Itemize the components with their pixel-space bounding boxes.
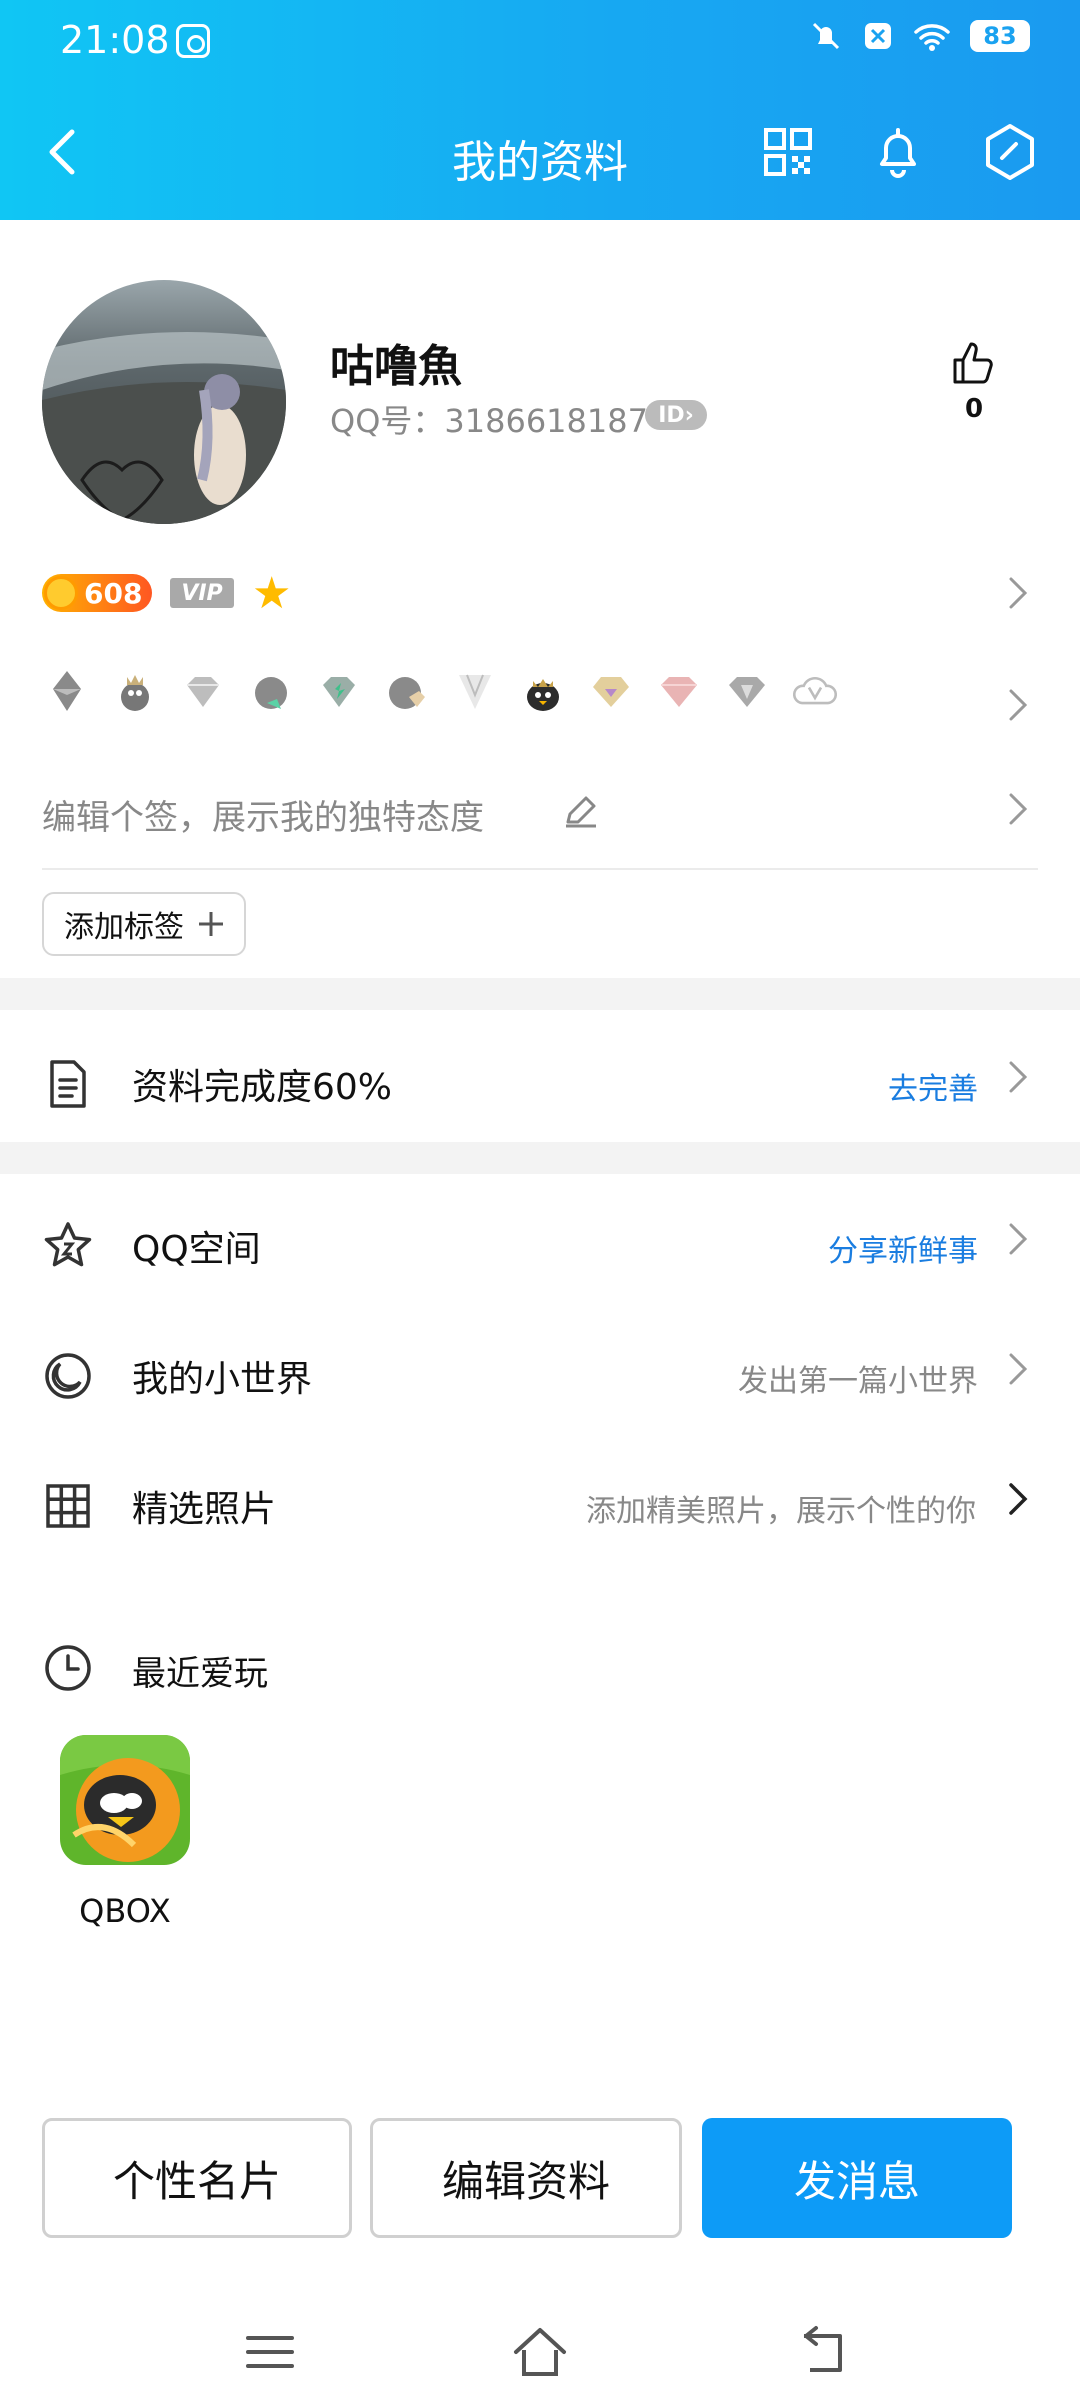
add-tag-button[interactable]: 添加标签 [42, 892, 246, 956]
chevron-right-icon[interactable] [1008, 688, 1028, 722]
wifi-icon [914, 24, 950, 51]
battery-indicator: 83 [970, 20, 1030, 52]
status-app-icon [176, 24, 210, 58]
qq-number: QQ号：3186618187 [330, 402, 648, 440]
diamond-pink-icon [654, 666, 704, 716]
profile-completion-row[interactable]: 资料完成度60% 去完善 [0, 1028, 1080, 1128]
list-item-value: 分享新鲜事 [828, 1234, 978, 1269]
penguin-gem-icon [382, 666, 432, 716]
list-item-label: 我的小世界 [132, 1359, 313, 1400]
completion-action[interactable]: 去完善 [888, 1064, 978, 1108]
penguin-crown-icon [110, 666, 160, 716]
chevron-right-icon [1009, 1483, 1028, 1515]
add-tag-label: 添加标签 [64, 910, 184, 945]
list-item-qzone[interactable]: QQ空间 分享新鲜事 [0, 1190, 1080, 1290]
level-row[interactable]: 608 VIP ★ [42, 568, 1042, 619]
chevron-right-icon[interactable] [1008, 792, 1028, 826]
penguin-king-icon [518, 666, 568, 716]
qbox-app-label: QBOX [79, 1892, 171, 1930]
chevron-right-icon[interactable] [1008, 576, 1028, 610]
moon-icon [45, 1353, 91, 1399]
diamond-gray-icon [178, 666, 228, 716]
profile-card-button[interactable]: 个性名片 [42, 2118, 352, 2238]
cloud-v-icon [790, 666, 840, 716]
chevron-right-icon [1009, 1353, 1028, 1385]
menu-icon[interactable] [240, 2322, 300, 2382]
signature-placeholder[interactable]: 编辑个签，展示我的独特态度 [42, 790, 484, 839]
list-item-label: 精选照片 [132, 1489, 277, 1530]
clock-icon [45, 1645, 91, 1691]
vip-badge: VIP [170, 578, 234, 608]
list-item-value: 发出第一篇小世界 [738, 1364, 978, 1399]
list-item-small-world[interactable]: 我的小世界 发出第一篇小世界 [0, 1320, 1080, 1420]
divider [42, 868, 1038, 870]
diamond-gold-icon [586, 666, 636, 716]
document-icon [50, 1060, 86, 1108]
bell-icon[interactable] [866, 120, 930, 184]
chevron-right-icon [1009, 1061, 1028, 1093]
recent-section-title: 最近爱玩 [132, 1654, 268, 1694]
status-time: 21:08 [60, 18, 170, 62]
completion-label: 资料完成度60% [132, 1067, 393, 1108]
id-badge[interactable]: ID › [645, 400, 707, 430]
diamond-silver-icon [722, 666, 772, 716]
system-nav-bar [0, 2290, 1080, 2408]
status-icons: 83 [808, 18, 1030, 54]
send-message-button[interactable]: 发消息 [702, 2118, 1012, 2238]
qbox-app-icon[interactable] [60, 1735, 190, 1865]
home-icon[interactable] [510, 2322, 570, 2382]
penguin-badge-icon [42, 666, 92, 716]
edit-profile-button[interactable]: 编辑资料 [370, 2118, 682, 2238]
qr-code-icon[interactable] [756, 120, 820, 184]
diamond-green-icon [314, 666, 364, 716]
list-item-label: QQ空间 [132, 1229, 261, 1270]
avatar[interactable] [42, 280, 286, 524]
level-number: 608 [84, 576, 143, 610]
id-badge-label: ID [658, 402, 685, 428]
level-badge: 608 [42, 574, 152, 612]
like-button[interactable]: 0 [944, 338, 1004, 424]
plus-icon [199, 912, 223, 936]
coin-icon [44, 576, 78, 610]
thumbs-up-icon [953, 342, 993, 384]
section-gap [0, 978, 1080, 1010]
chevron-right-icon [1009, 1223, 1028, 1255]
list-item-photos[interactable]: 精选照片 添加精美照片，展示个性的你 [0, 1450, 1080, 1550]
diamond-white-icon [450, 666, 500, 716]
grid-icon [46, 1484, 90, 1528]
app-notify-icon [865, 23, 891, 49]
star-icon [44, 1222, 92, 1267]
profile-name: 咕噜魚 [330, 341, 462, 392]
section-gap [0, 1142, 1080, 1174]
list-item-value: 添加精美照片，展示个性的你 [586, 1494, 976, 1529]
header: 21:08 83 我的资料 [0, 0, 1080, 220]
back-nav-icon[interactable] [794, 2322, 854, 2382]
penguin-green-icon [246, 666, 296, 716]
hexagon-check-icon[interactable] [978, 120, 1042, 184]
badge-row[interactable] [42, 666, 840, 716]
mute-icon [812, 22, 840, 50]
star-badge-icon: ★ [252, 568, 292, 619]
pencil-icon[interactable] [562, 792, 600, 830]
like-count: 0 [964, 394, 984, 424]
